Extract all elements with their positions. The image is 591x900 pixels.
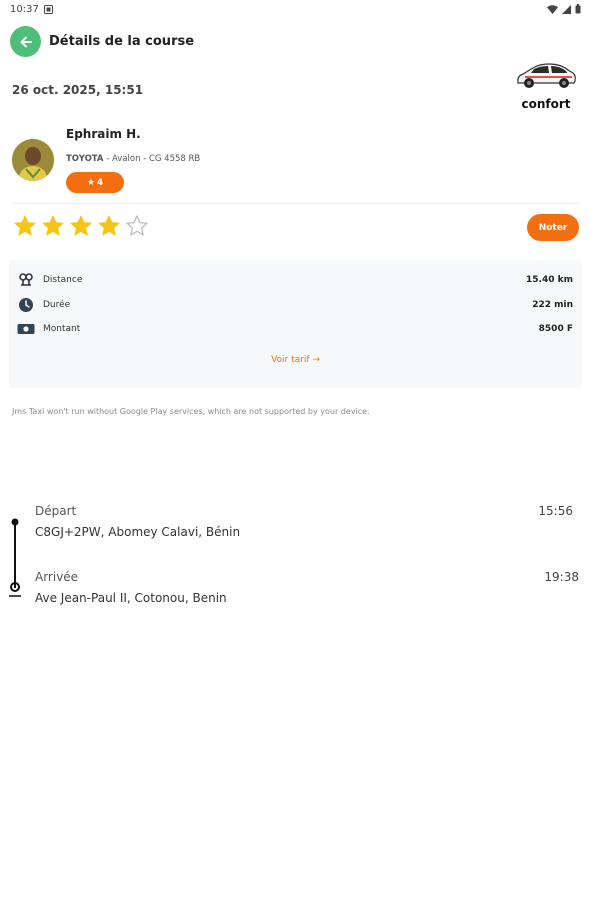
stat-row-distance: Distance 15.40 km [17, 270, 573, 290]
driver-name: Ephraim H. [66, 127, 141, 141]
clock-icon [17, 296, 35, 314]
view-tariff-link[interactable]: Voir tarif → [9, 355, 582, 365]
arrival-address: Ave Jean-Paul II, Cotonou, Benin [35, 591, 227, 605]
status-bar: 10:37 [0, 0, 591, 18]
driver-rating-badge: ★ 4 [66, 172, 124, 193]
driver-rating-value: 4 [96, 177, 104, 188]
star-icon: ★ [86, 177, 95, 188]
arrival-time: 19:38 [544, 570, 579, 584]
stat-value: 8500 F [538, 324, 573, 334]
wifi-icon [547, 4, 558, 14]
stat-row-amount: Montant 8500 F [17, 319, 573, 339]
stat-value: 15.40 km [526, 275, 573, 285]
star-filled-icon[interactable] [13, 214, 37, 238]
car-class-label: confort [521, 97, 571, 111]
vehicle-details: - Avalon - CG 4558 RB [106, 154, 201, 164]
car-class: confort [513, 60, 579, 111]
app-bar: Détails de la course [10, 26, 194, 57]
departure-address: C8GJ+2PW, Abomey Calavi, Bénin [35, 525, 241, 539]
route: Départ 15:56 C8GJ+2PW, Abomey Calavi, Bé… [0, 500, 591, 610]
distance-icon [17, 271, 35, 289]
cash-icon [17, 320, 35, 338]
arrow-left-icon [20, 36, 32, 47]
back-button[interactable] [10, 26, 41, 57]
star-filled-icon[interactable] [41, 214, 65, 238]
star-rating[interactable] [13, 214, 149, 238]
driver-card: Ephraim H. TOYOTA - Avalon - CG 4558 RB … [12, 126, 579, 196]
status-time: 10:37 [10, 3, 39, 15]
divider [12, 203, 579, 204]
page-title: Détails de la course [49, 34, 195, 49]
departure-time: 15:56 [538, 504, 573, 518]
play-services-notice: Jms Taxi won't run without Google Play s… [12, 407, 370, 416]
vehicle-brand: TOYOTA [66, 154, 104, 164]
ride-stats: Distance 15.40 km Durée 222 min Montant … [9, 260, 582, 388]
driver-avatar [12, 139, 54, 181]
star-filled-icon[interactable] [69, 214, 93, 238]
route-line-icon [9, 518, 21, 597]
stat-label: Durée [43, 300, 71, 310]
signal-icon [562, 4, 571, 14]
car-icon [517, 63, 576, 88]
arrival-label: Arrivée [35, 570, 79, 584]
star-empty-icon[interactable] [125, 214, 149, 238]
stat-label: Distance [43, 275, 83, 285]
rate-button[interactable]: Noter [527, 214, 579, 241]
stat-label: Montant [43, 324, 81, 334]
vehicle-info: TOYOTA - Avalon - CG 4558 RB [66, 154, 200, 164]
departure-label: Départ [35, 504, 77, 518]
battery-icon [575, 4, 581, 14]
stat-value: 222 min [532, 300, 573, 310]
star-filled-icon[interactable] [97, 214, 121, 238]
stat-row-duration: Durée 222 min [17, 295, 573, 315]
notification-icon [43, 4, 53, 14]
ride-date: 26 oct. 2025, 15:51 [12, 83, 144, 97]
